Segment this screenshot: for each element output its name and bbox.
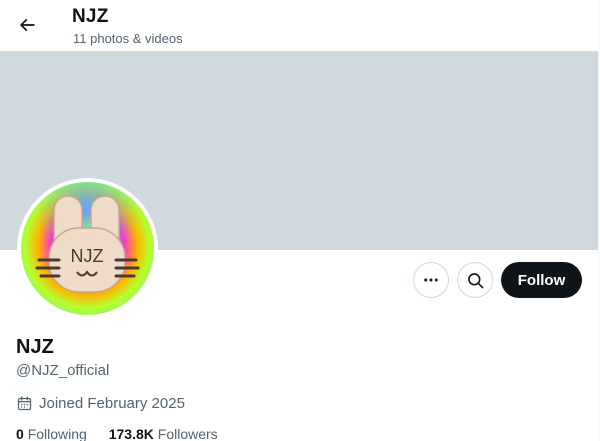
header-title: NJZ: [72, 6, 109, 27]
calendar-icon: [17, 396, 32, 411]
followers-count: 173.8K: [108, 426, 154, 441]
header-media-count: 11 photos & videos: [73, 31, 183, 46]
follow-stats: 0 Following 173.8K Followers: [16, 426, 236, 441]
following-link[interactable]: 0 Following: [16, 426, 91, 441]
column-divider: [598, 0, 599, 441]
profile-handle: @NJZ_official: [16, 362, 110, 379]
joined-date: Joined February 2025: [16, 395, 185, 412]
more-dots-icon: [424, 278, 438, 282]
following-count: 0: [16, 426, 24, 441]
back-button[interactable]: [10, 8, 44, 42]
profile-header: NJZ 11 photos & videos: [0, 0, 598, 51]
follow-button[interactable]: Follow: [501, 262, 582, 298]
search-profile-button[interactable]: [457, 262, 493, 298]
followers-label: Followers: [157, 426, 218, 441]
joined-text: Joined February 2025: [39, 395, 185, 412]
more-button[interactable]: [413, 262, 449, 298]
avatar[interactable]: NJZ: [17, 178, 158, 319]
avatar-image: NJZ: [21, 182, 154, 315]
display-name: NJZ: [16, 336, 54, 358]
arrow-left-icon: [19, 18, 35, 32]
following-label: Following: [27, 426, 87, 441]
followers-link[interactable]: 173.8K Followers: [109, 426, 218, 441]
search-icon: [467, 272, 483, 288]
svg-text:NJZ: NJZ: [71, 246, 104, 266]
